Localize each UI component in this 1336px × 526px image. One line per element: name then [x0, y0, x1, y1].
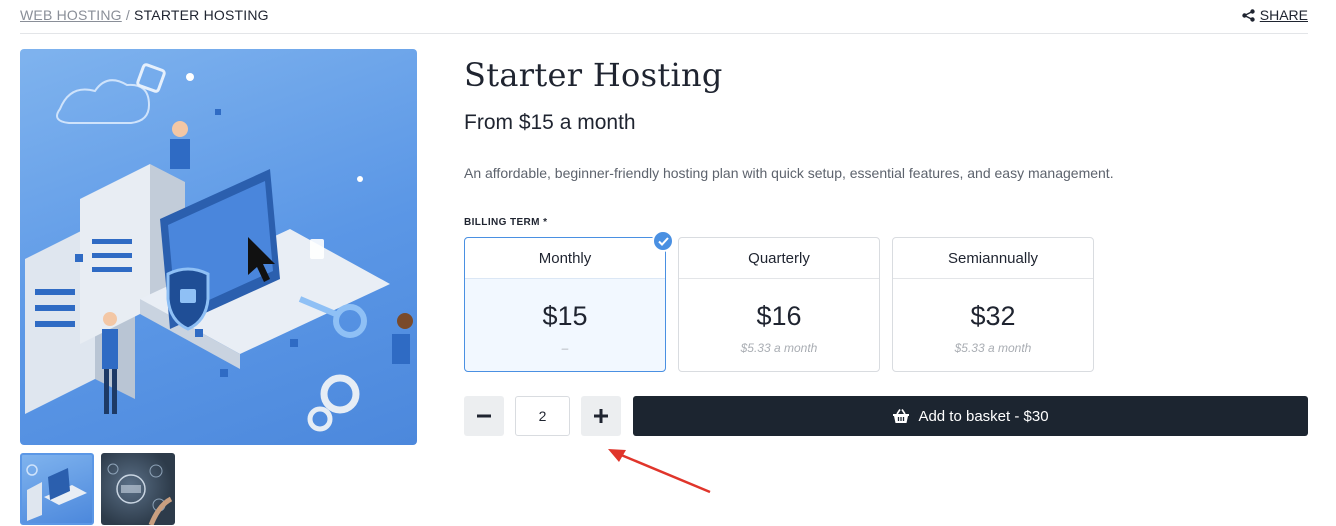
quantity-decrement-button[interactable] — [464, 396, 504, 436]
product-description: An affordable, beginner-friendly hosting… — [464, 165, 1114, 181]
billing-option-price: $16 — [756, 301, 802, 331]
quantity-input[interactable] — [515, 396, 570, 436]
billing-option-name: Semiannually — [893, 238, 1093, 279]
billing-option-name: Quarterly — [679, 238, 879, 279]
billing-option-sub: $5.33 a month — [740, 341, 818, 355]
billing-option-price: $32 — [970, 301, 1016, 331]
thumbnail-1[interactable] — [20, 453, 94, 525]
check-icon — [652, 230, 674, 252]
thumbnail-2[interactable] — [101, 453, 175, 525]
breadcrumb: WEB HOSTING / STARTER HOSTING — [20, 7, 269, 23]
billing-option-semiannually[interactable]: Semiannually $32 $5.33 a month — [892, 237, 1094, 372]
breadcrumb-link-web-hosting[interactable]: WEB HOSTING — [20, 7, 122, 23]
billing-option-price: $15 — [542, 301, 588, 331]
top-bar: WEB HOSTING / STARTER HOSTING SHARE — [20, 0, 1308, 34]
plus-icon — [594, 409, 608, 423]
billing-option-quarterly[interactable]: Quarterly $16 $5.33 a month — [678, 237, 880, 372]
breadcrumb-separator: / — [125, 7, 130, 23]
share-icon — [1242, 8, 1255, 22]
product-main-image — [20, 49, 417, 445]
annotation-arrow-icon — [608, 449, 711, 494]
minus-icon — [477, 414, 491, 418]
add-to-basket-button[interactable]: Add to basket - $30 — [633, 396, 1308, 436]
breadcrumb-current: STARTER HOSTING — [134, 7, 269, 23]
billing-option-sub: $5.33 a month — [954, 341, 1032, 355]
add-to-basket-label: Add to basket - $30 — [918, 407, 1049, 425]
share-link[interactable]: SHARE — [1242, 7, 1308, 23]
share-label: SHARE — [1259, 7, 1308, 23]
billing-option-sub: – — [561, 341, 569, 355]
product-title: Starter Hosting — [464, 56, 723, 94]
billing-term-label: BILLING TERM * — [464, 217, 548, 228]
product-price-from: From $15 a month — [464, 111, 636, 134]
basket-icon — [893, 408, 910, 423]
billing-option-name: Monthly — [465, 238, 665, 279]
quantity-increment-button[interactable] — [581, 396, 621, 436]
billing-option-monthly[interactable]: Monthly $15 – — [464, 230, 674, 372]
